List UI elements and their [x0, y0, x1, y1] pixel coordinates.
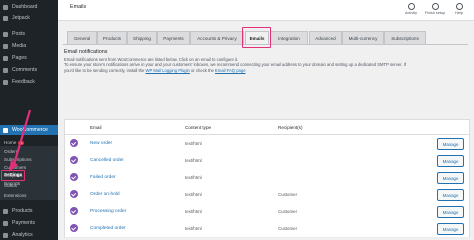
- enabled-check-icon: [70, 139, 78, 147]
- tab-multi-currency[interactable]: Multi-currency: [342, 31, 384, 44]
- tab-accounts-privacy[interactable]: Accounts & Privacy: [190, 31, 244, 44]
- recipient: Customer: [278, 192, 298, 197]
- enabled-check-icon: [70, 156, 78, 164]
- table-row: Failed order text/html Manage: [64, 169, 470, 187]
- email-name-link[interactable]: New order: [90, 141, 112, 146]
- finish-setup-button[interactable]: Finish setup: [424, 3, 446, 15]
- page-title: Emails: [70, 4, 87, 10]
- manage-button[interactable]: Manage: [437, 223, 464, 235]
- section-heading: Email notifications: [64, 49, 108, 55]
- enabled-check-icon: [70, 190, 78, 198]
- manage-button[interactable]: Manage: [437, 155, 464, 167]
- top-bar: Emails Activity Finish setup Help: [58, 0, 474, 21]
- enabled-check-icon: [70, 173, 78, 181]
- content-type: text/html: [185, 226, 202, 231]
- column-email: Email: [90, 125, 102, 130]
- finish-setup-icon: [431, 3, 439, 10]
- tab-products[interactable]: Products: [97, 31, 127, 44]
- enabled-check-icon: [70, 224, 78, 232]
- table-row: Order on-hold text/html Customer Manage: [64, 186, 470, 204]
- manage-button[interactable]: Manage: [437, 206, 464, 218]
- tab-integration[interactable]: Integration: [270, 31, 308, 44]
- emails-tab-highlight-box: [242, 27, 271, 48]
- section-description: Email notifications sent from WooCommerc…: [64, 57, 407, 73]
- manage-button[interactable]: Manage: [437, 189, 464, 201]
- tab-general[interactable]: General: [67, 31, 97, 44]
- column-recipients: Recipient(s): [278, 125, 303, 130]
- email-table-header: Email Content type Recipient(s): [64, 119, 470, 135]
- activity-icon: [407, 3, 415, 10]
- email-name-link[interactable]: Order on-hold: [90, 192, 120, 197]
- column-content-type: Content type: [185, 125, 212, 130]
- content-type: text/html: [185, 175, 202, 180]
- content-type: text/html: [185, 158, 202, 163]
- content-type: text/html: [185, 192, 202, 197]
- highlight-arrow-icon: [9, 109, 32, 172]
- content-type: text/html: [185, 141, 202, 146]
- tab-shipping[interactable]: Shipping: [127, 31, 157, 44]
- email-name-link[interactable]: Failed order: [90, 175, 116, 180]
- recipient: Customer: [278, 226, 298, 231]
- manage-button[interactable]: Manage: [437, 172, 464, 184]
- recipient: Customer: [278, 209, 298, 214]
- email-name-link[interactable]: Cancelled order: [90, 158, 124, 163]
- wp-mail-logging-link[interactable]: WP Mail Logging Plugin: [146, 68, 190, 73]
- email-name-link[interactable]: Processing order: [90, 209, 126, 214]
- email-faq-link[interactable]: Email FAQ page: [215, 68, 246, 73]
- email-name-link[interactable]: Completed order: [90, 226, 126, 231]
- content-type: text/html: [185, 209, 202, 214]
- tab-payments[interactable]: Payments: [157, 31, 190, 44]
- tab-advanced[interactable]: Advanced: [309, 31, 342, 44]
- table-row: Processing order text/html Customer Mana…: [64, 203, 470, 221]
- tab-subscriptions[interactable]: Subscriptions: [384, 31, 426, 44]
- table-row: Completed order text/html Customer Manag…: [64, 220, 470, 238]
- help-button[interactable]: Help: [448, 3, 470, 15]
- table-row: New order text/html Manage: [64, 135, 470, 153]
- table-row: Cancelled order text/html Manage: [64, 152, 470, 170]
- enabled-check-icon: [70, 207, 78, 215]
- activity-button[interactable]: Activity: [400, 3, 422, 15]
- help-icon: [455, 3, 463, 10]
- manage-button[interactable]: Manage: [437, 138, 464, 150]
